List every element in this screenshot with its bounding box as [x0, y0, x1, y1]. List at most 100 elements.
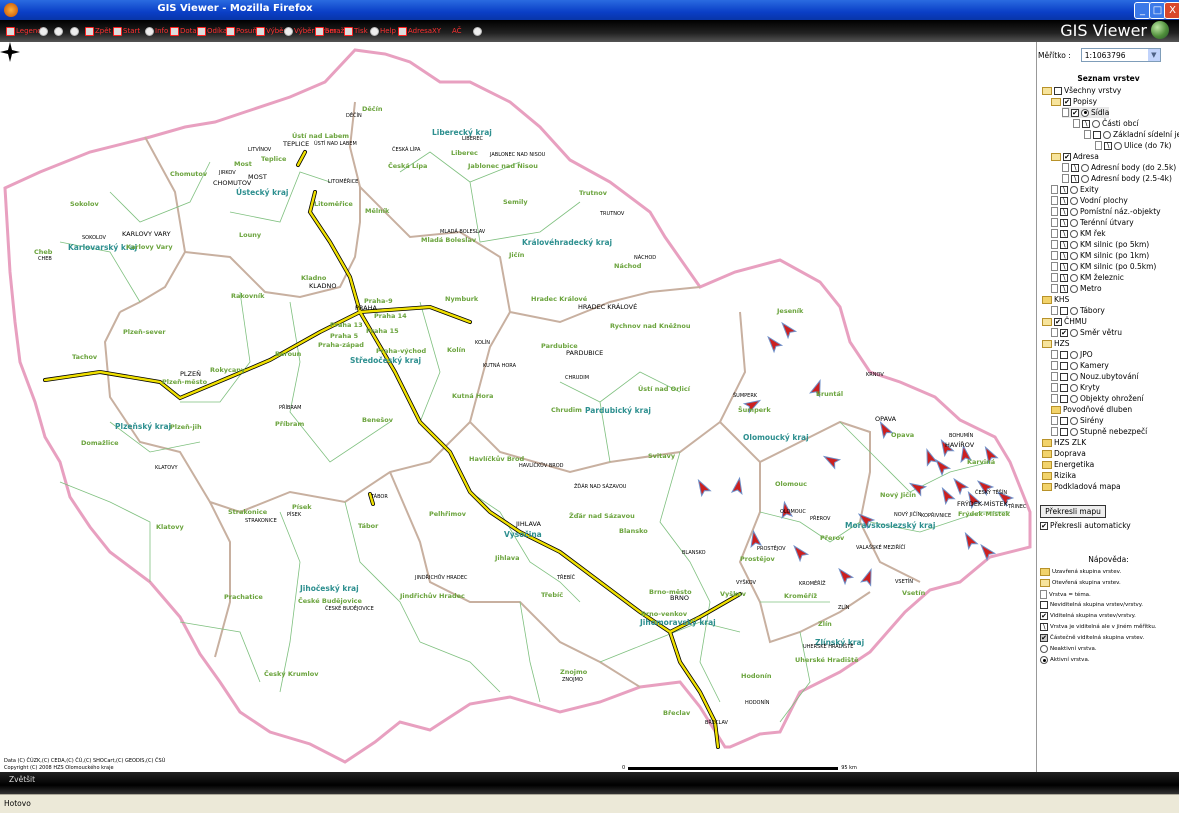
layer-icon[interactable]	[1051, 372, 1058, 381]
active-layer-radio[interactable]	[1070, 350, 1078, 359]
layer-icon[interactable]	[1051, 361, 1058, 370]
visibility-checkbox[interactable]	[1060, 383, 1068, 392]
layer-row[interactable]: ∖ KM řek	[1051, 228, 1106, 239]
query-tool[interactable]: Dotaz	[170, 25, 200, 37]
map-canvas[interactable]: Liberecký kraj Ústecký kraj Karlovarský …	[0, 42, 1036, 772]
active-layer-radio[interactable]	[1081, 108, 1089, 117]
link-tool[interactable]	[473, 25, 483, 37]
layer-row[interactable]: ∖ Pomístní náz.-objekty	[1051, 206, 1161, 217]
layer-row[interactable]: Kamery	[1051, 360, 1109, 371]
scale-select[interactable]: 1:1063796 ▼	[1080, 48, 1161, 62]
layer-row[interactable]: ∖ Vodní plochy	[1051, 195, 1128, 206]
folder-closed-icon[interactable]	[1042, 449, 1052, 458]
layer-row[interactable]: KHS	[1042, 294, 1069, 305]
redraw-map-button[interactable]: Překresli mapu	[1040, 505, 1106, 518]
layer-icon[interactable]	[1051, 207, 1058, 216]
auto-redraw-checkbox[interactable]: ✔	[1040, 521, 1048, 530]
visibility-checkbox[interactable]: ∖	[1060, 207, 1068, 216]
layer-row[interactable]: Stupně nebezpečí	[1051, 426, 1147, 437]
address-tool[interactable]: Adresa	[398, 25, 432, 37]
layer-row[interactable]: ∖ Adresní body (2.5-4k)	[1062, 173, 1172, 184]
layer-row[interactable]: ✔ Sídla	[1062, 107, 1110, 118]
visibility-checkbox[interactable]: ∖	[1060, 251, 1068, 260]
visibility-checkbox[interactable]: ∖	[1071, 174, 1079, 183]
layer-icon[interactable]	[1095, 141, 1102, 150]
layer-row[interactable]: Sirény	[1051, 415, 1104, 426]
layer-icon[interactable]	[1051, 350, 1058, 359]
folder-open-icon[interactable]	[1042, 317, 1052, 326]
layer-icon[interactable]	[1051, 284, 1058, 293]
layer-row[interactable]: ∖ KM železnic	[1051, 272, 1124, 283]
layer-row[interactable]: ∖ Metro	[1051, 283, 1102, 294]
select-tool[interactable]: Výběr	[256, 25, 286, 37]
active-layer-radio[interactable]	[1103, 130, 1111, 139]
active-layer-radio[interactable]	[1070, 284, 1078, 293]
print-tool[interactable]: Tisk	[344, 25, 368, 37]
close-button[interactable]: X	[1164, 2, 1179, 19]
visibility-checkbox[interactable]	[1060, 427, 1068, 436]
layer-row[interactable]: HZS ZLK	[1042, 437, 1086, 448]
visibility-checkbox[interactable]	[1054, 86, 1062, 95]
layer-row[interactable]: ∖ KM silnic (po 1km)	[1051, 250, 1149, 261]
distance-tool[interactable]: Odíka	[197, 25, 227, 37]
active-layer-radio[interactable]	[1092, 119, 1100, 128]
visibility-checkbox[interactable]	[1060, 306, 1068, 315]
active-layer-radio[interactable]	[1081, 163, 1089, 172]
visibility-checkbox[interactable]	[1060, 394, 1068, 403]
layer-row[interactable]: ∖ Exity	[1051, 184, 1099, 195]
visibility-checkbox[interactable]: ∖	[1060, 273, 1068, 282]
visibility-checkbox[interactable]: ∖	[1071, 163, 1079, 172]
visibility-checkbox[interactable]: ∖	[1104, 141, 1112, 150]
layer-icon[interactable]	[1051, 185, 1058, 194]
layer-icon[interactable]	[1051, 251, 1058, 260]
layer-row[interactable]: ✔ Směr větru	[1051, 327, 1122, 338]
visibility-checkbox[interactable]	[1093, 130, 1101, 139]
layer-row[interactable]: ∖ KM silnic (po 0.5km)	[1051, 261, 1156, 272]
delete-tool[interactable]: Smaž	[315, 25, 344, 37]
active-layer-radio[interactable]	[1070, 306, 1078, 315]
folder-open-icon[interactable]	[1042, 339, 1052, 348]
folder-closed-icon[interactable]	[1042, 438, 1052, 447]
layer-icon[interactable]	[1051, 306, 1058, 315]
layer-row[interactable]: ∖ Ulice (do 7k)	[1095, 140, 1171, 151]
visibility-checkbox[interactable]	[1060, 372, 1068, 381]
layer-row[interactable]: ∖ Adresní body (do 2.5k)	[1062, 162, 1176, 173]
active-layer-radio[interactable]	[1070, 273, 1078, 282]
layer-icon[interactable]	[1051, 328, 1058, 337]
visibility-checkbox[interactable]	[1060, 350, 1068, 359]
layer-row[interactable]: ✔ ČHMU	[1042, 316, 1087, 327]
help-tool[interactable]: Help	[370, 25, 396, 37]
layer-row[interactable]: Energetika	[1042, 459, 1094, 470]
layer-row[interactable]: Objekty ohrožení	[1051, 393, 1144, 404]
layer-row[interactable]: Rizika	[1042, 470, 1076, 481]
back-tool[interactable]: Zpět	[85, 25, 111, 37]
active-layer-radio[interactable]	[1070, 416, 1078, 425]
folder-closed-icon[interactable]	[1042, 482, 1052, 491]
folder-open-icon[interactable]	[1051, 152, 1061, 161]
layer-row[interactable]: Kryty	[1051, 382, 1100, 393]
folder-closed-icon[interactable]	[1051, 405, 1061, 414]
visibility-checkbox[interactable]: ∖	[1060, 229, 1068, 238]
layer-row[interactable]: Doprava	[1042, 448, 1086, 459]
ac-tool[interactable]: AČ	[452, 25, 462, 37]
visibility-checkbox[interactable]: ∖	[1060, 185, 1068, 194]
layer-row[interactable]: JPO	[1051, 349, 1093, 360]
layer-row[interactable]: Nouz.ubytování	[1051, 371, 1139, 382]
layer-row[interactable]: ✔ Popisy	[1051, 96, 1097, 107]
start-tool[interactable]: Start	[113, 25, 140, 37]
layer-row[interactable]: ∖ Terénní útvary	[1051, 217, 1134, 228]
visibility-checkbox[interactable]: ∖	[1060, 196, 1068, 205]
layer-icon[interactable]	[1051, 273, 1058, 282]
auto-redraw-row[interactable]: ✔ Překresli automaticky	[1040, 521, 1131, 530]
visibility-checkbox[interactable]	[1060, 361, 1068, 370]
layer-icon[interactable]	[1073, 119, 1080, 128]
folder-closed-icon[interactable]	[1042, 460, 1052, 469]
folder-closed-icon[interactable]	[1042, 471, 1052, 480]
layer-icon[interactable]	[1051, 196, 1058, 205]
visibility-checkbox[interactable]: ∖	[1060, 262, 1068, 271]
layer-row[interactable]: ∖ Části obcí	[1073, 118, 1139, 129]
zoom-out-tool[interactable]	[54, 25, 64, 37]
visibility-checkbox[interactable]: ✔	[1054, 317, 1062, 326]
layer-icon[interactable]	[1051, 240, 1058, 249]
active-layer-radio[interactable]	[1070, 262, 1078, 271]
